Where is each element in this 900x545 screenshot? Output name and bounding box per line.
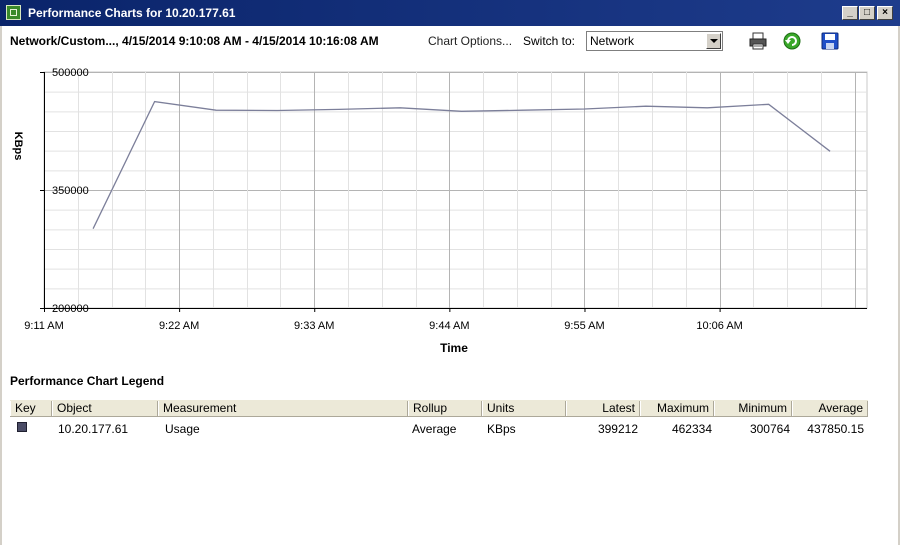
save-icon[interactable] bbox=[820, 31, 840, 51]
col-minimum[interactable]: Minimum bbox=[714, 401, 792, 416]
col-units[interactable]: Units bbox=[482, 401, 566, 416]
close-button[interactable]: × bbox=[877, 6, 893, 20]
maximize-button[interactable]: □ bbox=[859, 6, 875, 20]
col-measurement[interactable]: Measurement bbox=[158, 401, 408, 416]
window-frame bbox=[0, 26, 900, 545]
title-bar[interactable]: Performance Charts for 10.20.177.61 _ □ … bbox=[0, 0, 900, 26]
col-key[interactable]: Key bbox=[10, 401, 52, 416]
window-title: Performance Charts for 10.20.177.61 bbox=[28, 6, 236, 20]
col-object[interactable]: Object bbox=[52, 401, 158, 416]
minimize-button[interactable]: _ bbox=[842, 6, 858, 20]
app-icon bbox=[6, 5, 21, 20]
col-average[interactable]: Average bbox=[792, 401, 868, 416]
chevron-down-icon[interactable] bbox=[706, 33, 721, 49]
row-latest: 399212 bbox=[597, 422, 638, 436]
refresh-icon[interactable] bbox=[782, 31, 802, 51]
row-rollup: Average bbox=[412, 422, 457, 436]
col-maximum[interactable]: Maximum bbox=[640, 401, 714, 416]
row-average: 437850.15 bbox=[807, 422, 864, 436]
row-units: KBps bbox=[487, 422, 516, 436]
col-rollup[interactable]: Rollup bbox=[408, 401, 482, 416]
legend-header: Key Object Measurement Rollup Units Late… bbox=[10, 399, 868, 417]
switch-to-label: Switch to: bbox=[523, 34, 576, 48]
series-color-swatch bbox=[17, 422, 27, 432]
row-minimum: 300764 bbox=[749, 422, 790, 436]
chart-options-link[interactable]: Chart Options... bbox=[428, 34, 512, 48]
row-object: 10.20.177.61 bbox=[58, 422, 129, 436]
row-measurement: Usage bbox=[165, 422, 200, 436]
row-maximum: 462334 bbox=[671, 422, 712, 436]
switch-to-value: Network bbox=[590, 34, 635, 48]
chart-title: Network/Custom..., 4/15/2014 9:10:08 AM … bbox=[10, 34, 379, 48]
col-latest[interactable]: Latest bbox=[566, 401, 640, 416]
switch-to-select[interactable]: Network bbox=[586, 31, 723, 51]
print-icon[interactable] bbox=[748, 31, 768, 51]
legend-title: Performance Chart Legend bbox=[10, 374, 165, 388]
